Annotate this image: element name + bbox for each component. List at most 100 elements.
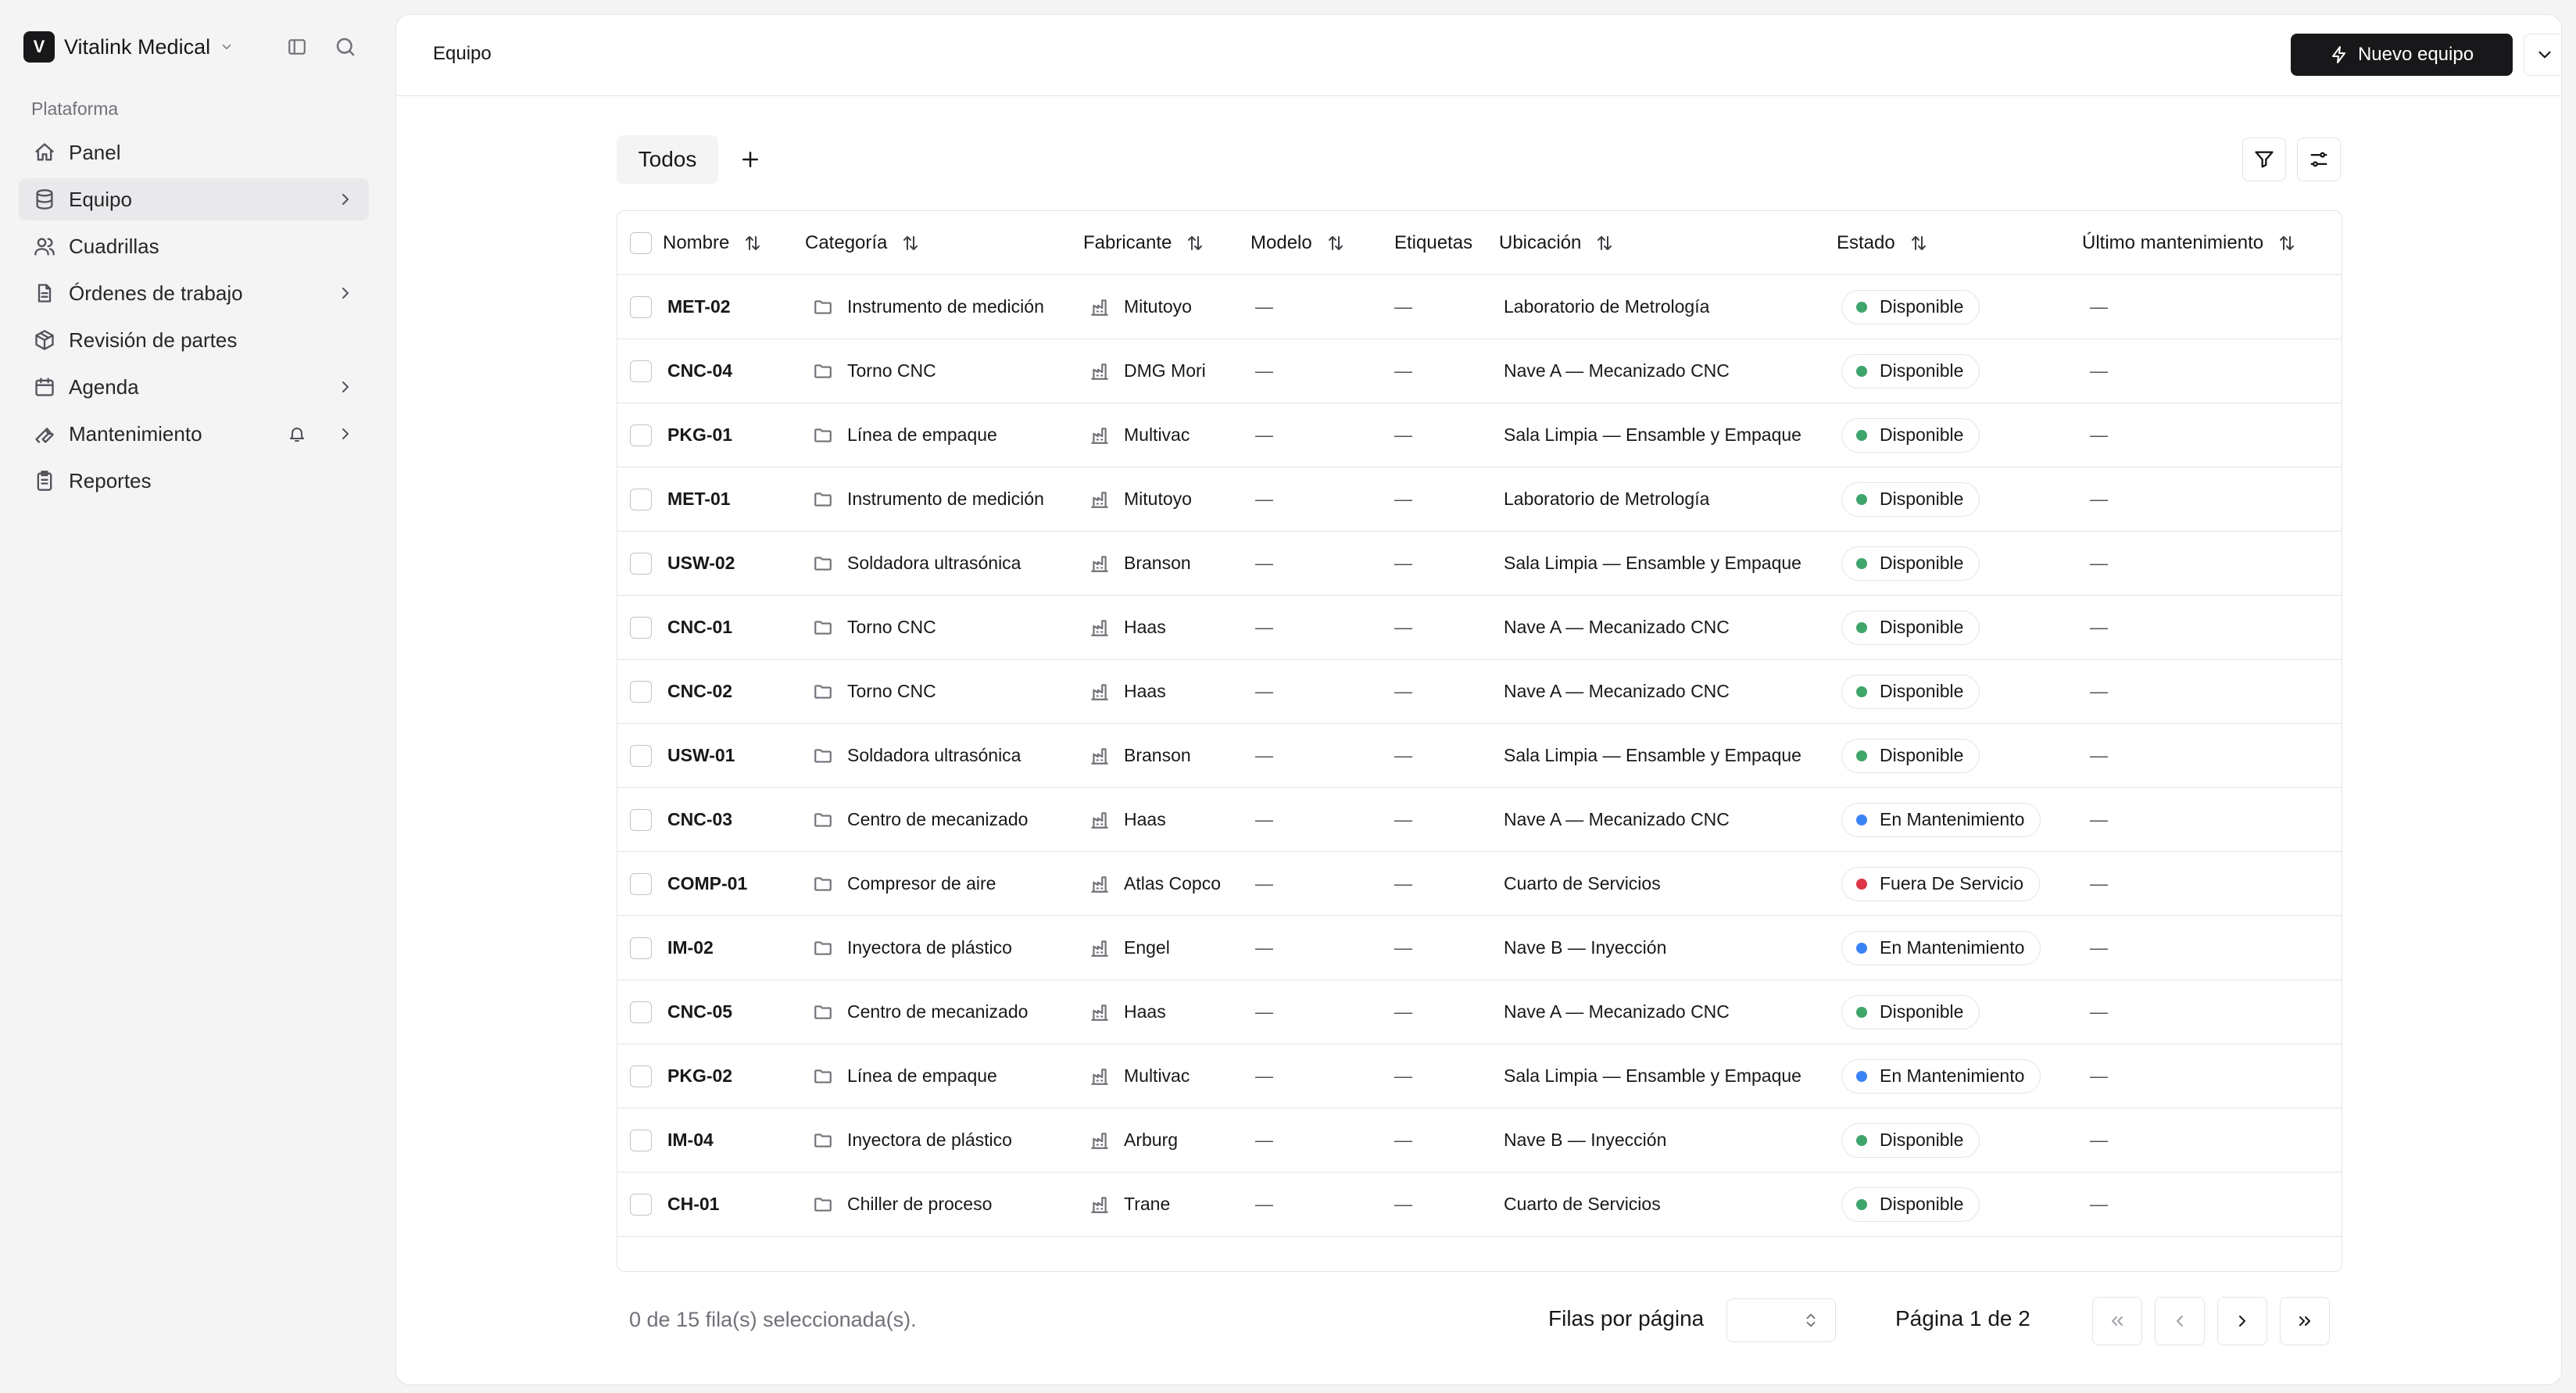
factory-icon <box>1089 489 1110 510</box>
chevron-right-icon[interactable] <box>336 190 355 209</box>
manufacturer-cell: Atlas Copco <box>1089 852 1221 915</box>
row-checkbox[interactable] <box>630 339 652 403</box>
row-checkbox[interactable] <box>630 1044 652 1108</box>
table-row[interactable]: IM-04 Inyectora de plástico Arburg — — Nave B… <box>617 1108 2342 1173</box>
row-checkbox[interactable] <box>630 1173 652 1236</box>
last-page-button[interactable] <box>2280 1297 2330 1345</box>
first-page-button[interactable] <box>2092 1297 2142 1345</box>
new-equipment-button[interactable]: Nuevo equipo <box>2291 34 2513 76</box>
previous-page-button[interactable] <box>2155 1297 2205 1345</box>
equipment-name[interactable]: PKG-01 <box>667 403 732 467</box>
row-checkbox[interactable] <box>630 724 652 787</box>
next-page-button[interactable] <box>2217 1297 2267 1345</box>
sidebar-item-revision-de-partes[interactable]: Revisión de partes <box>19 319 369 361</box>
equipment-name[interactable]: IM-02 <box>667 916 714 979</box>
chevron-right-icon[interactable] <box>336 284 355 303</box>
equipment-name[interactable]: CNC-01 <box>667 596 732 659</box>
row-checkbox[interactable] <box>630 852 652 915</box>
row-checkbox[interactable] <box>630 660 652 723</box>
column-header-fabricante[interactable]: Fabricante <box>1083 211 1204 274</box>
equipment-name[interactable]: USW-02 <box>667 532 735 595</box>
equipment-name[interactable]: CNC-04 <box>667 339 732 403</box>
table-row[interactable]: CNC-01 Torno CNC Haas — — Nave A — Mecanizado… <box>617 596 2342 660</box>
sidebar-item-agenda[interactable]: Agenda <box>19 366 369 408</box>
rows-per-page-select[interactable] <box>1726 1298 1836 1342</box>
status-badge: Disponible <box>1841 546 1980 581</box>
column-header-modelo[interactable]: Modelo <box>1250 211 1345 274</box>
row-checkbox[interactable] <box>630 916 652 979</box>
category-text: Inyectora de plástico <box>847 1130 1012 1150</box>
row-checkbox[interactable] <box>630 467 652 531</box>
sidebar-item-ordenes-de-trabajo[interactable]: Órdenes de trabajo <box>19 272 369 314</box>
table-row[interactable]: PKG-02 Línea de empaque Multivac — — Sala Lim… <box>617 1044 2342 1108</box>
row-checkbox[interactable] <box>630 788 652 851</box>
table-row[interactable]: CH-01 Chiller de proceso Trane — — Cuarto de … <box>617 1173 2342 1237</box>
table-row[interactable]: IM-02 Inyectora de plástico Engel — — Nave B … <box>617 916 2342 980</box>
equipment-name[interactable]: IM-04 <box>667 1108 714 1172</box>
sidebar-toggle-icon[interactable] <box>281 31 313 63</box>
row-checkbox[interactable] <box>630 980 652 1044</box>
add-view-button[interactable] <box>734 143 767 176</box>
more-actions-button[interactable] <box>2524 34 2561 76</box>
workspace-switcher[interactable]: V Vitalink Medical <box>23 30 234 64</box>
folder-icon <box>813 553 833 574</box>
search-icon[interactable] <box>330 31 361 63</box>
equipment-name[interactable]: MET-01 <box>667 467 731 531</box>
view-settings-button[interactable] <box>2297 138 2341 181</box>
folder-icon <box>813 1194 833 1215</box>
sidebar-item-panel[interactable]: Panel <box>19 131 369 174</box>
equipment-name[interactable]: USW-01 <box>667 724 735 787</box>
status-dot <box>1856 429 1867 441</box>
filter-button[interactable] <box>2242 138 2286 181</box>
tags-cell: — <box>1394 1194 1412 1214</box>
factory-icon <box>1089 746 1110 766</box>
column-header-ubicacion[interactable]: Ubicación <box>1499 211 1614 274</box>
table-row[interactable]: USW-02 Soldadora ultrasónica Branson — — Sala… <box>617 532 2342 596</box>
row-checkbox[interactable] <box>630 1108 652 1172</box>
table-row[interactable]: CNC-02 Torno CNC Haas — — Nave A — Mecanizado… <box>617 660 2342 724</box>
chevron-right-icon[interactable] <box>336 378 355 396</box>
column-header-nombre[interactable]: Nombre <box>663 211 762 274</box>
category-text: Soldadora ultrasónica <box>847 553 1021 573</box>
table-row[interactable]: COMP-01 Compresor de aire Atlas Copco — — Cua… <box>617 852 2342 916</box>
table-row[interactable]: MET-01 Instrumento de medición Mitutoyo — — L… <box>617 467 2342 532</box>
sidebar-item-reportes[interactable]: Reportes <box>19 460 369 502</box>
table-row[interactable]: USW-01 Soldadora ultrasónica Branson — — Sala… <box>617 724 2342 788</box>
sidebar-item-cuadrillas[interactable]: Cuadrillas <box>19 225 369 267</box>
column-header-categoria[interactable]: Categoría <box>805 211 920 274</box>
chevron-right-icon[interactable] <box>336 424 355 443</box>
equipment-name[interactable]: CNC-05 <box>667 980 732 1044</box>
select-all-checkbox[interactable] <box>630 211 652 274</box>
equipment-name[interactable]: CH-01 <box>667 1173 719 1236</box>
model-cell: — <box>1255 1065 1273 1086</box>
equipment-name[interactable]: CNC-02 <box>667 660 732 723</box>
location-cell: Laboratorio de Metrología <box>1504 489 1710 509</box>
row-checkbox[interactable] <box>630 403 652 467</box>
table-row[interactable]: CNC-04 Torno CNC DMG Mori — — Nave A — Mecani… <box>617 339 2342 403</box>
equipment-name[interactable]: COMP-01 <box>667 852 747 915</box>
equipment-name[interactable]: CNC-03 <box>667 788 732 851</box>
row-checkbox[interactable] <box>630 596 652 659</box>
status-cell: Fuera De Servicio <box>1841 852 2041 915</box>
sidebar-item-mantenimiento[interactable]: Mantenimiento <box>19 413 369 455</box>
equipment-name[interactable]: PKG-02 <box>667 1044 732 1108</box>
tab-todos[interactable]: Todos <box>617 135 718 184</box>
folder-icon <box>813 1066 833 1087</box>
sidebar-item-equipo[interactable]: Equipo <box>19 178 369 220</box>
location-cell: Laboratorio de Metrología <box>1504 296 1710 317</box>
last-maintenance-cell: — <box>2090 1001 2108 1022</box>
table-row[interactable]: PKG-01 Línea de empaque Multivac — — Sala Lim… <box>617 403 2342 467</box>
bell-icon[interactable] <box>288 424 306 443</box>
column-header-estado[interactable]: Estado <box>1837 211 1928 274</box>
column-header-ultimo-mantenimiento[interactable]: Último mantenimiento <box>2082 211 2296 274</box>
table-row[interactable]: MET-02 Instrumento de medición Mitutoyo — — L… <box>617 275 2342 339</box>
status-text: Disponible <box>1880 617 1964 637</box>
filter-icon <box>2253 149 2275 170</box>
breadcrumb[interactable]: Equipo <box>433 43 492 65</box>
row-checkbox[interactable] <box>630 532 652 595</box>
table-row[interactable]: CNC-05 Centro de mecanizado Haas — — Nave A —… <box>617 980 2342 1044</box>
table-row[interactable]: CNC-03 Centro de mecanizado Haas — — Nave A —… <box>617 788 2342 852</box>
row-checkbox[interactable] <box>630 275 652 338</box>
folder-icon <box>813 489 833 510</box>
equipment-name[interactable]: MET-02 <box>667 275 731 338</box>
